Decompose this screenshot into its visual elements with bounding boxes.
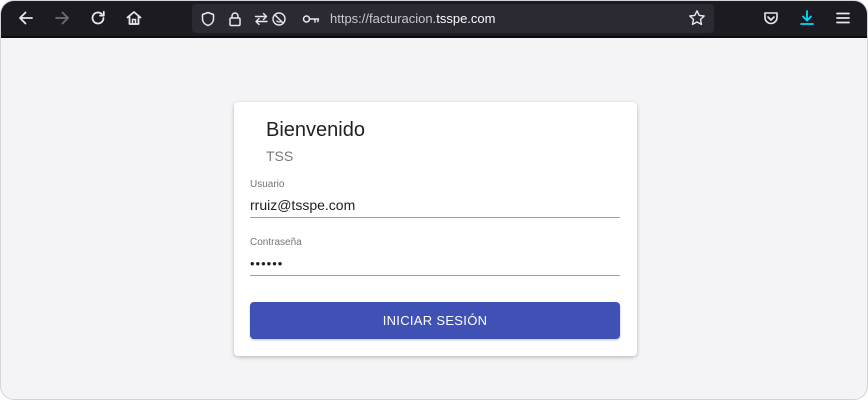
login-card: Bienvenido TSS Usuario Contraseña INICIA… (234, 102, 637, 356)
home-icon[interactable] (123, 7, 145, 29)
star-icon[interactable] (688, 10, 706, 26)
password-label: Contraseña (250, 237, 302, 248)
browser-window: https://facturacion.tsspe.com Bienvenido… (0, 0, 868, 400)
login-button[interactable]: INICIAR SESIÓN (250, 302, 620, 339)
url-prefix: https://facturacion. (330, 11, 437, 26)
login-subtitle: TSS (266, 148, 294, 164)
back-arrow-icon[interactable] (15, 7, 37, 29)
username-input[interactable] (250, 193, 620, 218)
lock-icon[interactable] (227, 11, 243, 27)
url-domain: tsspe.com (436, 11, 496, 26)
forward-arrow-icon[interactable] (51, 7, 73, 29)
permissions-icon[interactable] (254, 11, 288, 27)
pocket-icon[interactable] (760, 7, 782, 29)
shield-icon[interactable] (200, 11, 216, 27)
reload-icon[interactable] (87, 7, 109, 29)
username-label: Usuario (250, 179, 285, 190)
download-icon[interactable] (796, 7, 818, 29)
url-text[interactable]: https://facturacion.tsspe.com (330, 11, 495, 27)
browser-toolbar: https://facturacion.tsspe.com (1, 1, 867, 38)
hamburger-menu-icon[interactable] (832, 7, 854, 29)
url-bar[interactable]: https://facturacion.tsspe.com (192, 4, 714, 33)
key-icon[interactable] (302, 11, 320, 27)
login-title: Bienvenido (266, 119, 365, 141)
password-input[interactable] (250, 251, 620, 276)
